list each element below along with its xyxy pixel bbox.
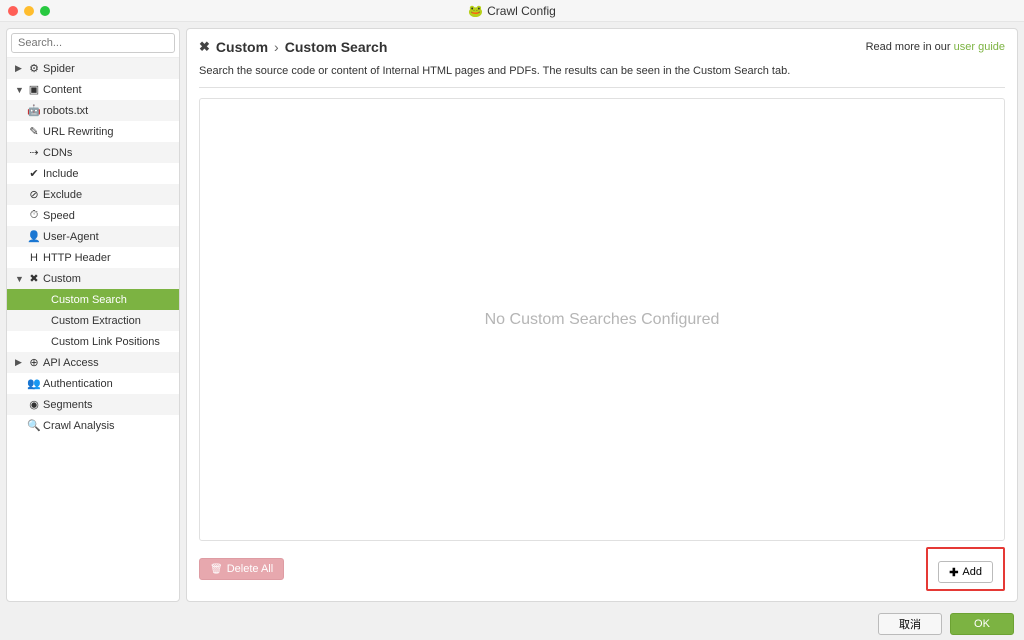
include-icon: ✔ [27,167,41,180]
sidebar-item-label: Crawl Analysis [43,420,115,432]
close-icon[interactable] [8,6,18,16]
plus-icon: ✚ [949,566,958,579]
sidebar-item-spider[interactable]: ▶⚙Spider [7,58,179,79]
window-title: 🐸Crawl Config [0,4,1024,18]
sidebar-item-label: Segments [43,399,93,411]
chevron-down-icon: ▼ [15,85,25,95]
empty-state: No Custom Searches Configured [485,311,720,329]
app-icon: 🐸 [468,4,483,18]
add-button[interactable]: ✚Add [938,561,993,583]
breadcrumb-page: Custom Search [285,39,388,55]
sidebar-item-segments[interactable]: ◉Segments [7,394,179,415]
sidebar-item-label: CDNs [43,147,72,159]
sidebar-item-robots-txt[interactable]: 🤖robots.txt [7,100,179,121]
delete-all-button[interactable]: 🗑Delete All [199,558,284,580]
sidebar-item-label: Custom Search [51,294,127,306]
chevron-down-icon: ▼ [15,274,25,284]
titlebar: 🐸Crawl Config [0,0,1024,22]
sidebar-item-label: Authentication [43,378,113,390]
url-rewriting-icon: ✎ [27,125,41,138]
window-controls [0,6,50,16]
sidebar-item-label: Custom Extraction [51,315,141,327]
spider-icon: ⚙ [27,62,41,75]
sidebar-item-api-access[interactable]: ▶⊕API Access [7,352,179,373]
sidebar-item-label: Speed [43,210,75,222]
ok-button[interactable]: OK [950,613,1014,635]
segments-icon: ◉ [27,398,41,411]
http-header-icon: H [27,252,41,264]
authentication-icon: 👥 [27,377,41,390]
dialog-footer: 取消 OK [0,608,1024,640]
sidebar-item-label: robots.txt [43,105,88,117]
readmore: Read more in our user guide [866,41,1005,53]
exclude-icon: ⊘ [27,188,41,201]
page-description: Search the source code or content of Int… [199,65,1005,77]
trash-icon: 🗑 [210,564,223,575]
main-panel: ✖ Custom › Custom Search Read more in ou… [186,28,1018,602]
sidebar-item-custom[interactable]: ▼✖Custom [7,268,179,289]
add-highlight: ✚Add [926,547,1005,591]
search-input[interactable] [11,33,175,53]
sidebar-item-label: Spider [43,63,75,75]
sidebar-item-user-agent[interactable]: 👤User-Agent [7,226,179,247]
breadcrumb: ✖ Custom › Custom Search [199,39,387,55]
search-list-panel: No Custom Searches Configured [199,98,1005,541]
cancel-button[interactable]: 取消 [878,613,942,635]
sidebar: ▶⚙Spider▼▣Content🤖robots.txt✎URL Rewriti… [6,28,180,602]
sidebar-item-custom-search[interactable]: Custom Search [7,289,179,310]
sidebar-item-custom-link-positions[interactable]: Custom Link Positions [7,331,179,352]
breadcrumb-section: Custom [216,39,268,55]
user-guide-link[interactable]: user guide [954,41,1005,53]
sidebar-item-exclude[interactable]: ⊘Exclude [7,184,179,205]
speed-icon: ⏱ [27,209,41,222]
zoom-icon[interactable] [40,6,50,16]
sidebar-item-label: API Access [43,357,99,369]
sidebar-item-url-rewriting[interactable]: ✎URL Rewriting [7,121,179,142]
sidebar-item-label: Custom [43,273,81,285]
minimize-icon[interactable] [24,6,34,16]
sidebar-item-http-header[interactable]: HHTTP Header [7,247,179,268]
sidebar-item-label: User-Agent [43,231,99,243]
sidebar-item-label: URL Rewriting [43,126,114,138]
api-access-icon: ⊕ [27,356,41,369]
breadcrumb-separator: › [274,39,279,55]
sidebar-item-label: HTTP Header [43,252,111,264]
sidebar-tree: ▶⚙Spider▼▣Content🤖robots.txt✎URL Rewriti… [7,58,179,601]
sidebar-item-custom-extraction[interactable]: Custom Extraction [7,310,179,331]
cdns-icon: ⇢ [27,146,41,159]
sidebar-item-speed[interactable]: ⏱Speed [7,205,179,226]
user-agent-icon: 👤 [27,230,41,243]
sidebar-item-label: Custom Link Positions [51,336,160,348]
robots-txt-icon: 🤖 [27,104,41,117]
sidebar-item-crawl-analysis[interactable]: 🔍Crawl Analysis [7,415,179,436]
sidebar-item-cdns[interactable]: ⇢CDNs [7,142,179,163]
sidebar-item-authentication[interactable]: 👥Authentication [7,373,179,394]
sidebar-item-content[interactable]: ▼▣Content [7,79,179,100]
crawl-analysis-icon: 🔍 [27,419,41,432]
custom-icon: ✖ [27,272,41,285]
chevron-right-icon: ▶ [15,357,25,368]
sidebar-item-label: Content [43,84,82,96]
sidebar-item-label: Include [43,168,78,180]
sidebar-item-label: Exclude [43,189,82,201]
chevron-right-icon: ▶ [15,63,25,74]
sidebar-item-include[interactable]: ✔Include [7,163,179,184]
tools-icon: ✖ [199,39,210,55]
content-icon: ▣ [27,83,41,96]
